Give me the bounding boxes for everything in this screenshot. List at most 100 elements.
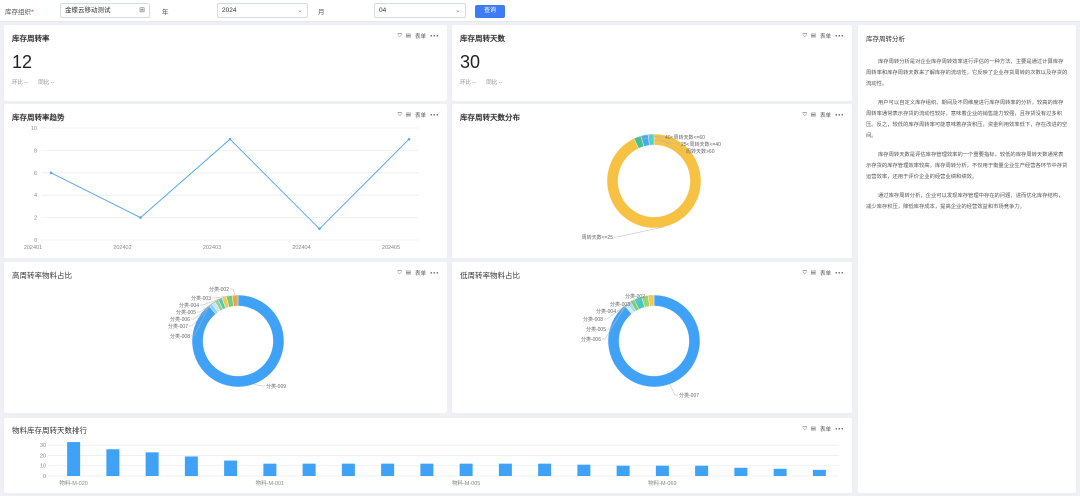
slice-label: 25<周转天数<=40 (681, 141, 721, 148)
y-tick-label: 10 (40, 464, 46, 470)
pie-slice (191, 294, 285, 388)
label-leader (253, 384, 265, 387)
bar (734, 467, 748, 476)
org-picker-icon[interactable]: ⊞ (139, 4, 145, 17)
slice-label: 分类-005 (586, 326, 606, 333)
bar (498, 463, 512, 476)
filter-icon[interactable]: ⛉ (803, 33, 807, 40)
card-tools: ⛉ ▤ 表单 ··· (803, 32, 844, 41)
x-tick-label: 202403 (203, 245, 221, 251)
bar (106, 449, 120, 476)
analysis-paragraph: 库存周转分析是对企业库存周转效率进行评估的一种方法，主要是通过计算库存周转率和库… (866, 59, 1068, 87)
bar (67, 442, 81, 476)
series-line (50, 138, 410, 230)
bar (695, 465, 709, 476)
slice-label: 分类-002 (209, 286, 229, 293)
trend-line-chart: 0 2 4 6 8 10 202401 202402 202403 202404 202405 (24, 126, 419, 251)
chevron-down-icon: ⌄ (297, 7, 303, 14)
month-label: 月 (318, 9, 325, 16)
analysis-panel: 库存周转分析 库存周转分析是对企业库存周转效率进行评估的一种方法，主要是通过计算… (858, 25, 1076, 493)
chevron-down-icon: ⌄ (455, 7, 461, 14)
bar (224, 460, 238, 476)
year-select[interactable]: 2024 ⌄ (217, 3, 308, 18)
y-tick-label: 8 (34, 148, 37, 154)
slice-label: 分类-007 (168, 323, 188, 330)
card-title: 库存周转率 (12, 34, 50, 43)
bar (538, 463, 552, 476)
filter-bar: 库存组织* 金蝶云移动测试 ⊞ 年 2024 ⌄ 月 04 ⌄ 查询 (0, 0, 1080, 22)
slice-label: 分类-003 (191, 295, 211, 302)
ranking-bar-chart: 0 10 20 30 物料-M-020 物料-M-001 物料-M-005 物料-M-069 (40, 442, 839, 487)
label-leader (669, 384, 678, 396)
slice-label: 分类-006 (170, 316, 190, 323)
bar (302, 463, 316, 476)
slice-label: 分类-003 (610, 301, 630, 308)
days-distribution-card: 库存周转天数分布 ⛉ ▤ 表单 ··· 周转天数<=25 25<周转天数<=40 4… (452, 104, 852, 258)
x-tick-label: 物料-M-020 (59, 479, 87, 487)
slice-label: 周转天数>60 (686, 148, 715, 155)
x-tick-label: 物料-M-069 (648, 479, 676, 487)
x-tick-label: 202405 (382, 245, 400, 251)
table-icon[interactable]: ▤ (811, 33, 816, 39)
slice-label: 分类-008 (170, 333, 190, 340)
org-label: 库存组织* (5, 9, 34, 16)
x-tick-label: 202404 (292, 245, 310, 251)
query-button[interactable]: 查询 (475, 5, 505, 18)
y-tick-label: 0 (43, 474, 46, 480)
analysis-paragraph: 通过库存周转分析，企业可以发现库存管理中存在的问题，进而优化库存结构，减少库存积… (866, 193, 1064, 210)
x-tick-label: 物料-M-005 (452, 479, 480, 487)
high-ratio-donut: 分类-009分类-008分类-007分类-006分类-005分类-004分类-0… (168, 286, 286, 390)
data-point (139, 216, 142, 219)
kpi-value: 12 (12, 52, 33, 72)
bar (341, 463, 355, 476)
bar (773, 468, 787, 476)
data-point (49, 171, 53, 175)
y-tick-label: 0 (34, 238, 37, 244)
y-tick-label: 2 (34, 216, 37, 222)
more-icon[interactable]: ··· (835, 32, 844, 41)
slice-label: 分类-008 (583, 316, 603, 323)
y-tick-label: 10 (31, 126, 37, 132)
filter-icon[interactable]: ⛉ (398, 33, 402, 40)
table-toggle[interactable]: 表单 (820, 32, 831, 40)
org-select[interactable]: 金蝶云移动测试 ⊞ (60, 3, 150, 18)
bar (263, 463, 277, 476)
x-tick-label: 202402 (113, 245, 131, 251)
low-ratio-card: 低周转率物料占比 ⛉ ▤ 表单 ··· 分类-007 分类-006 分类-005 分类… (452, 262, 852, 413)
kpi-compare: 环比 -- 同比 -- (12, 80, 55, 86)
pie-slice (607, 294, 701, 388)
high-ratio-card: 高周转率物料占比 ⛉ ▤ 表单 ··· 分类-009 分类-008 分类-007 分类… (4, 262, 447, 413)
days-distribution-donut: 周转天数<=25 25<周转天数<=4040<周转天数<=60 周转天数>60 (582, 133, 721, 241)
year-label: 年 (162, 9, 169, 16)
bar (577, 464, 591, 476)
slice-label: 周转天数<=25 (582, 234, 614, 241)
more-icon[interactable]: ··· (430, 32, 439, 41)
slice-label: 分类-004 (179, 302, 199, 309)
slice-label: 分类-009 (266, 383, 286, 390)
slice-label: 分类-007 (679, 392, 699, 399)
y-tick-label: 6 (34, 171, 37, 177)
label-leader (614, 226, 665, 238)
y-tick-label: 30 (40, 443, 46, 449)
bar (145, 452, 159, 476)
month-select[interactable]: 04 ⌄ (374, 3, 466, 18)
kpi-turnover-days-card: 库存周转天数 ⛉ ▤ 表单 ··· 30 环比 -- 同比 -- (452, 25, 852, 101)
bar (184, 456, 198, 476)
bar (812, 469, 826, 476)
ranking-card: 物料库存周转天数排行 ⛉ ▤ 表单 ··· 0 10 20 30 物料-M-020 物料-… (4, 418, 852, 493)
y-tick-label: 4 (34, 193, 37, 199)
kpi-compare: 环比 -- 同比 -- (460, 80, 503, 86)
x-tick-label: 202401 (24, 245, 42, 251)
bar (616, 465, 630, 476)
table-toggle[interactable]: 表单 (415, 32, 426, 40)
bar (420, 463, 434, 476)
card-tools: ⛉ ▤ 表单 ··· (398, 32, 439, 41)
slice-label: 分类-005 (176, 309, 196, 316)
kpi-value: 30 (460, 52, 481, 72)
analysis-title: 库存周转分析 (866, 36, 905, 43)
slice-label: 分类-006 (581, 336, 601, 343)
data-point (407, 137, 411, 141)
data-point (228, 137, 232, 141)
card-title: 库存周转天数 (460, 34, 505, 43)
table-icon[interactable]: ▤ (406, 33, 411, 39)
